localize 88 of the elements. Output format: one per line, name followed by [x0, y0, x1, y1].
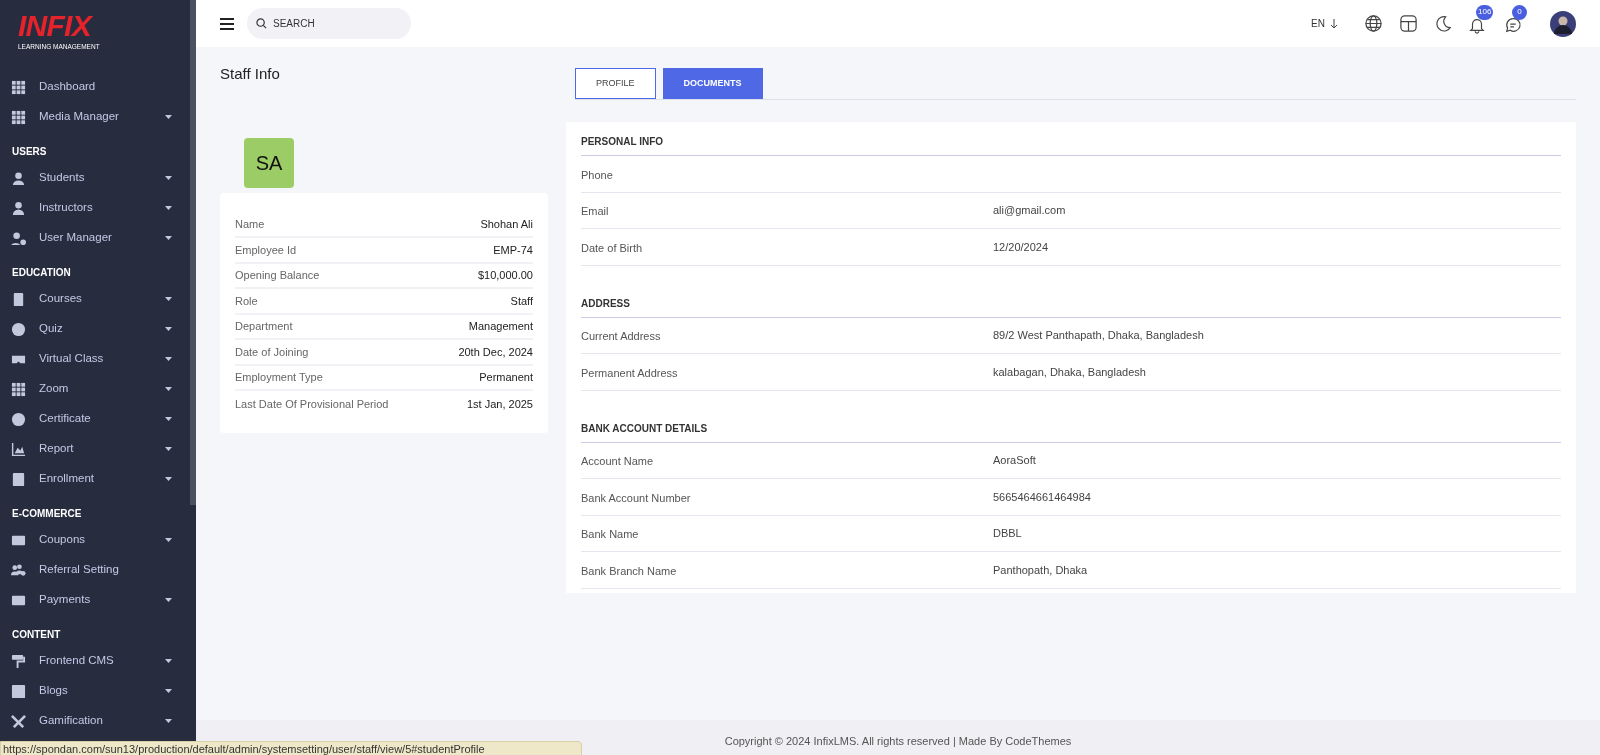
chat-icon[interactable] [1504, 15, 1522, 34]
sidebar-item[interactable]: Media Manager [0, 102, 190, 132]
section-heading: ADDRESS [581, 296, 630, 311]
users-gear-icon [11, 562, 26, 578]
field-value: ali@gmail.com [993, 203, 1066, 218]
field-label: Email [581, 205, 609, 218]
section-heading: EDUCATION [12, 266, 71, 280]
field-value: 20th Dec, 2024 [458, 344, 533, 360]
tab[interactable]: PROFILE [575, 68, 656, 99]
sidebar-item[interactable]: Frontend CMS [0, 646, 190, 676]
notification-badge: 106 [1476, 4, 1494, 20]
field-label: Last Date Of Provisional Period [235, 396, 389, 412]
field-label: Department [235, 319, 293, 334]
section-heading: E-COMMERCE [12, 507, 82, 521]
sidebar-item[interactable]: Instructors [0, 193, 190, 223]
field-value: 5665464661464984 [993, 489, 1091, 505]
grid-icon [11, 79, 26, 95]
field-value: Permanent [479, 370, 533, 385]
sidebar-item[interactable]: Zoom [0, 374, 190, 404]
field-label: Name [235, 217, 265, 232]
paint-roller-icon [11, 653, 26, 669]
section-heading: CONTENT [12, 628, 61, 642]
sidebar-item[interactable]: Dashboard [0, 72, 190, 102]
field-value: 89/2 West Panthapath, Dhaka, Bangladesh [993, 328, 1204, 343]
field-value: Management [468, 319, 533, 334]
field-value: AoraSoft [993, 453, 1036, 468]
field-label: Role [235, 293, 258, 309]
sidebar-item[interactable]: Quiz [0, 314, 190, 344]
sidebar-item[interactable]: Referral Setting [0, 555, 190, 585]
section-heading: PERSONAL INFO [581, 135, 664, 149]
field-value: Shohan Ali [480, 217, 533, 232]
field-label: Date of Birth [581, 241, 643, 254]
field-value: DBBL [993, 526, 1022, 541]
field-label: Permanent Address [581, 366, 678, 379]
search-icon [256, 18, 267, 29]
sidebar-item[interactable]: Students [0, 163, 190, 193]
chart-icon [11, 441, 26, 457]
language-selector[interactable]: EN [1311, 16, 1338, 31]
field-value: 12/20/2024 [993, 239, 1049, 255]
field-label: Bank Branch Name [581, 564, 677, 577]
sidebar-item[interactable]: Coupons [0, 525, 190, 555]
crossed-icon [11, 713, 26, 729]
sidebar-item[interactable]: Virtual Class [0, 344, 190, 374]
status-url-tooltip: https://spondan.com/sun13/production/default/admin/systemsetting/user/staff/view/5#studentProfile [0, 741, 582, 755]
sidebar-item[interactable]: Payments [0, 585, 190, 615]
field-label: Account Name [581, 455, 654, 468]
sidebar-item[interactable]: Courses [0, 284, 190, 314]
avatar-initials: SA [244, 137, 294, 188]
field-label: Employment Type [235, 370, 323, 385]
page-title: Staff Info [220, 64, 280, 84]
copyright-text: Copyright © 2024 InfixLMS. All rights reserved | Made By CodeThemes [724, 734, 1072, 750]
user-gear-icon [11, 230, 26, 246]
message-badge: 0 [1512, 4, 1527, 20]
grid-icon [11, 381, 26, 397]
moon-icon[interactable] [1434, 14, 1452, 33]
grid-icon [11, 109, 26, 125]
field-label: Date of Joining [235, 344, 309, 360]
layout-icon[interactable] [1399, 14, 1418, 33]
field-value: Staff [510, 293, 533, 309]
field-value: EMP-74 [493, 242, 533, 258]
user-avatar[interactable] [1550, 10, 1576, 37]
section-heading: BANK ACCOUNT DETAILS [581, 421, 708, 436]
arrow-down-icon [1330, 18, 1338, 29]
section-heading: USERS [12, 145, 47, 159]
field-value: $10,000.00 [477, 268, 533, 283]
field-value: kalabagan, Dhaka, Bangladesh [993, 364, 1146, 380]
search-field[interactable]: SEARCH [247, 8, 411, 39]
sidebar-item[interactable]: User Manager [0, 223, 190, 253]
globe-icon[interactable] [1364, 14, 1383, 33]
field-label: Opening Balance [235, 268, 320, 283]
field-label: Employee Id [235, 242, 297, 258]
field-value: 1st Jan, 2025 [466, 396, 533, 412]
field-label: Phone [581, 168, 613, 181]
menu-icon[interactable] [220, 17, 234, 30]
sidebar-item[interactable]: Certificate [0, 404, 190, 434]
field-value: Panthopath, Dhaka [993, 562, 1088, 578]
logo-text: INFIX [18, 10, 91, 42]
user-icon [11, 170, 26, 186]
field-label: Bank Account Number [581, 491, 691, 504]
tab[interactable]: DOCUMENTS [662, 68, 763, 99]
field-label: Current Address [581, 330, 661, 343]
field-label: Bank Name [581, 528, 639, 541]
sidebar-item[interactable]: Gamification [0, 706, 190, 736]
scrollbar[interactable] [190, 0, 196, 505]
sidebar-item[interactable]: Blogs [0, 676, 190, 706]
user-tie-icon [11, 200, 26, 216]
sidebar-item[interactable]: Report [0, 434, 190, 464]
sidebar-item[interactable]: Enrollment [0, 464, 190, 494]
